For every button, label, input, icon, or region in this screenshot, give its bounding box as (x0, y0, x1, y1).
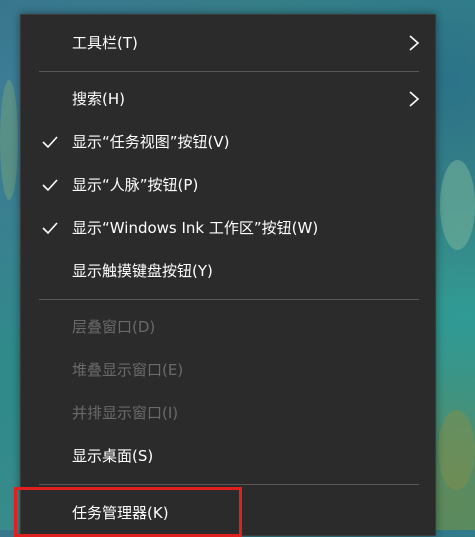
menu-item-label: 显示“Windows Ink 工作区”按钮(W) (72, 219, 319, 237)
menu-item-label: 显示“人脉”按钮(P) (72, 176, 199, 194)
menu-item-show-task-view-button[interactable]: 显示“任务视图”按钮(V) (21, 122, 435, 162)
check-icon (42, 136, 58, 149)
menu-item-label: 搜索(H) (72, 90, 125, 108)
check-icon (42, 222, 58, 235)
menu-item-show-desktop[interactable]: 显示桌面(S) (21, 436, 435, 476)
menu-separator (39, 71, 419, 72)
menu-item-label: 层叠窗口(D) (72, 318, 156, 336)
check-icon (42, 179, 58, 192)
menu-item-toolbars[interactable]: 工具栏(T) (21, 23, 435, 63)
taskbar-context-menu: 工具栏(T) 搜索(H) 显示“任务视图”按钮(V) 显示“人脉”按钮(P) 显… (20, 14, 436, 536)
menu-separator (39, 299, 419, 300)
menu-item-label: 显示桌面(S) (72, 447, 154, 465)
wallpaper-island (438, 410, 475, 490)
menu-item-label: 显示触摸键盘按钮(Y) (72, 262, 213, 280)
menu-item-label: 堆叠显示窗口(E) (72, 361, 184, 379)
chevron-right-icon (409, 91, 420, 107)
menu-item-label: 并排显示窗口(I) (72, 404, 179, 422)
menu-item-search[interactable]: 搜索(H) (21, 79, 435, 119)
menu-item-stack-windows: 堆叠显示窗口(E) (21, 350, 435, 390)
menu-item-side-by-side-windows: 并排显示窗口(I) (21, 393, 435, 433)
chevron-right-icon (409, 35, 420, 51)
menu-item-label: 工具栏(T) (72, 34, 138, 52)
menu-item-show-windows-ink-button[interactable]: 显示“Windows Ink 工作区”按钮(W) (21, 208, 435, 248)
menu-item-show-touch-keyboard-button[interactable]: 显示触摸键盘按钮(Y) (21, 251, 435, 291)
menu-item-show-people-button[interactable]: 显示“人脉”按钮(P) (21, 165, 435, 205)
menu-item-cascade-windows: 层叠窗口(D) (21, 307, 435, 347)
wallpaper-island (0, 80, 18, 200)
menu-separator (39, 484, 419, 485)
wallpaper-island (440, 160, 475, 250)
menu-item-label: 显示“任务视图”按钮(V) (72, 133, 230, 151)
